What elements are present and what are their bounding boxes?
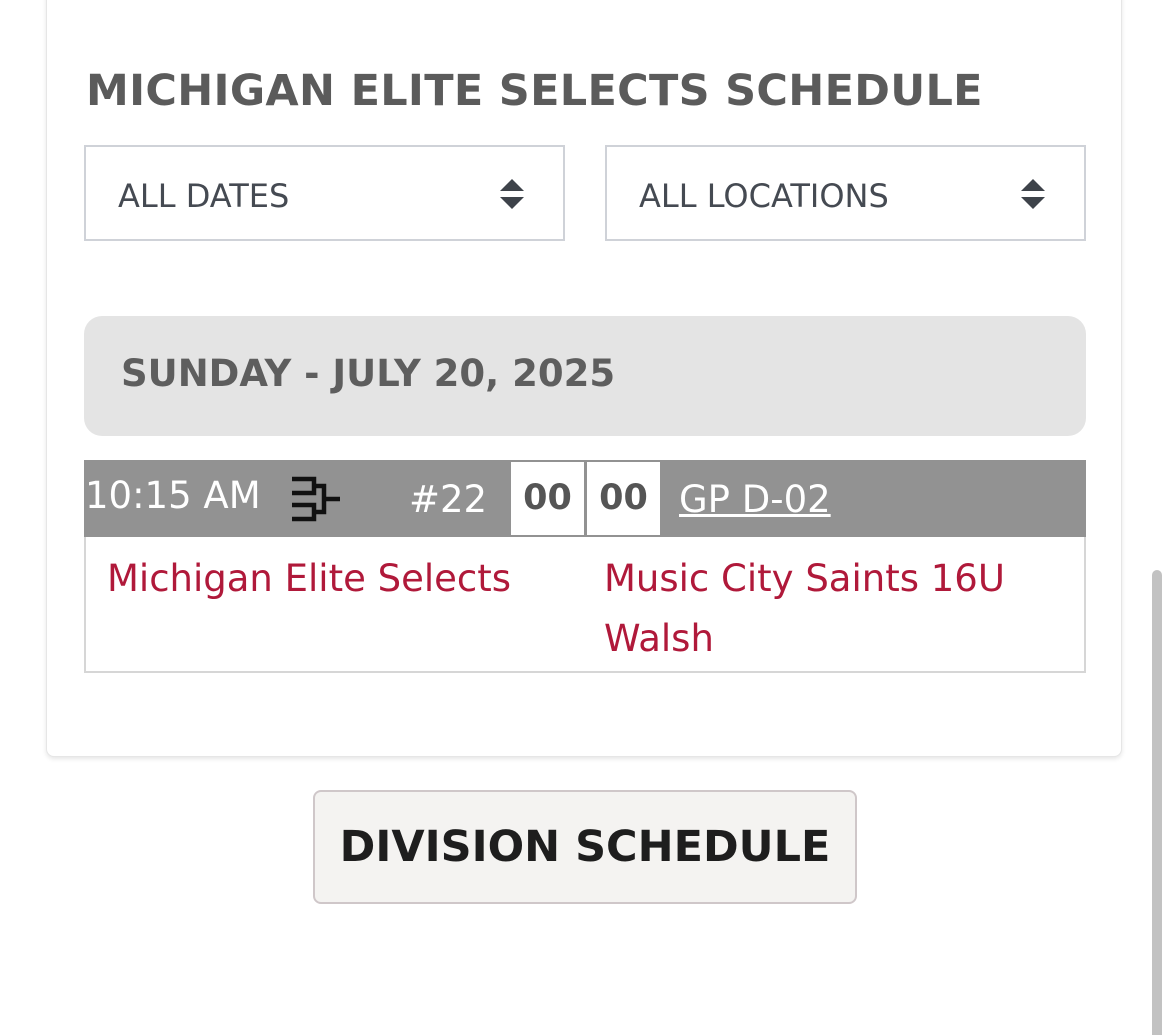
away-score: 00 bbox=[587, 462, 660, 535]
game-time: 10:15 AM bbox=[85, 474, 261, 517]
game-number: #22 bbox=[409, 478, 488, 521]
locations-select-value: ALL LOCATIONS bbox=[639, 177, 889, 215]
dates-select[interactable]: ALL DATES bbox=[84, 145, 565, 241]
division-schedule-button[interactable]: DIVISION SCHEDULE bbox=[313, 790, 857, 904]
teams-row: Michigan Elite Selects Music City Saints… bbox=[84, 537, 1086, 673]
sort-arrows-icon bbox=[500, 179, 524, 209]
sort-arrows-icon bbox=[1021, 179, 1045, 209]
date-header-label: SUNDAY - JULY 20, 2025 bbox=[121, 352, 616, 395]
dates-select-value: ALL DATES bbox=[118, 177, 290, 215]
locations-select[interactable]: ALL LOCATIONS bbox=[605, 145, 1086, 241]
game-header-bar: 10:15 AM #22 00 00 GP D-02 bbox=[84, 460, 1086, 538]
away-team-link[interactable]: Music City Saints 16U Walsh bbox=[604, 549, 1044, 669]
field-link[interactable]: GP D-02 bbox=[679, 478, 831, 521]
home-score: 00 bbox=[511, 462, 584, 535]
schedule-title: MICHIGAN ELITE SELECTS SCHEDULE bbox=[86, 66, 983, 116]
date-header: SUNDAY - JULY 20, 2025 bbox=[84, 316, 1086, 436]
bracket-icon[interactable] bbox=[290, 474, 342, 526]
home-team-link[interactable]: Michigan Elite Selects bbox=[107, 549, 577, 609]
scrollbar[interactable] bbox=[1152, 570, 1162, 1035]
